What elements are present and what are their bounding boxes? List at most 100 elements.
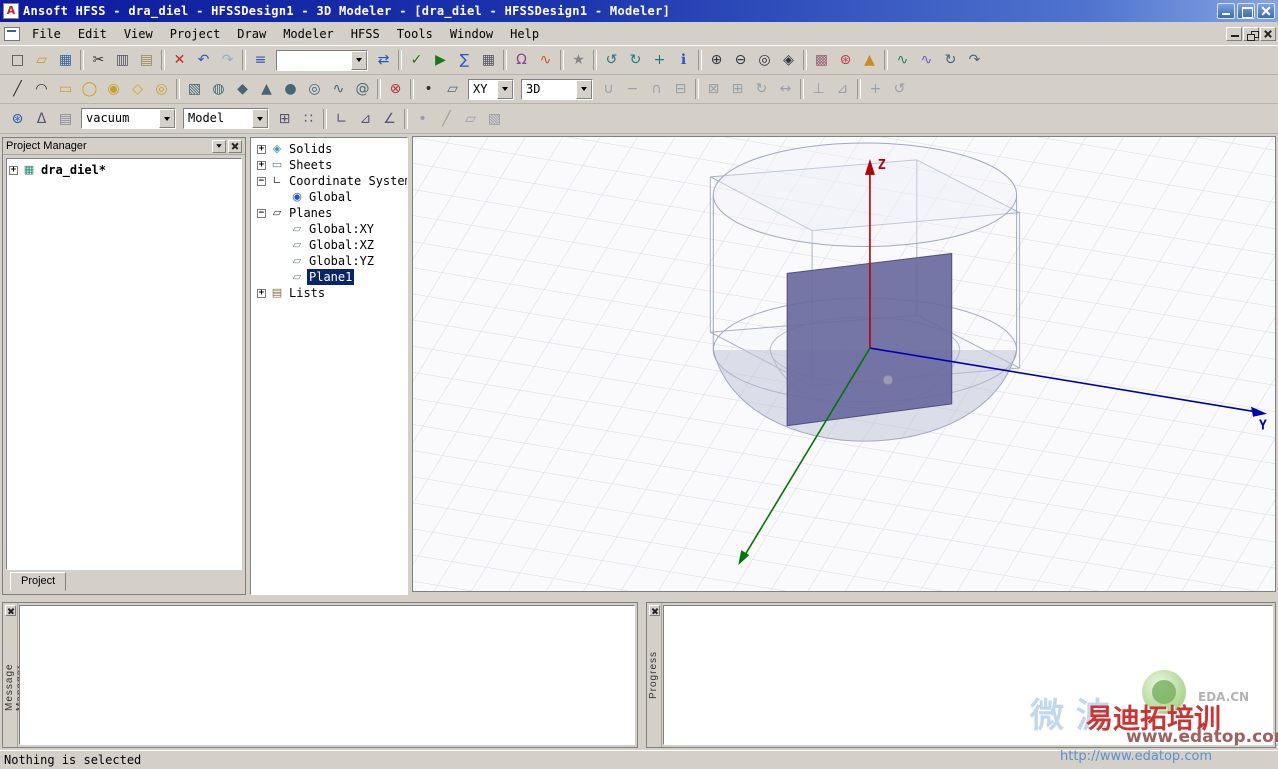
draw-arc-icon[interactable]: ◠	[30, 78, 53, 100]
menu-item[interactable]: Help	[502, 24, 547, 44]
zoom-window-icon[interactable]: ◎	[753, 49, 776, 71]
modeler-3d-viewport[interactable]: Z Y	[412, 136, 1276, 592]
draw-udp-icon[interactable]: ⊗	[384, 78, 407, 100]
relative-cs-icon[interactable]: ∠	[378, 108, 401, 130]
close-button[interactable]	[1257, 3, 1275, 19]
return-arrow-icon[interactable]: ↷	[963, 49, 986, 71]
assign-boundary-icon[interactable]: ⊛	[6, 108, 29, 130]
grid-plane-icon[interactable]: ⊞	[273, 108, 296, 130]
tree-row-global-cs[interactable]: ◉ Global	[253, 189, 407, 205]
view-info-icon[interactable]: ℹ	[672, 49, 695, 71]
tree-expander[interactable]: +	[257, 144, 266, 154]
grid-settings-icon[interactable]: ∷	[297, 108, 320, 130]
tree-expander[interactable]: −	[257, 208, 266, 218]
tree-expander[interactable]: +	[257, 160, 266, 170]
assign-material-icon[interactable]: ▤	[54, 108, 77, 130]
cut-icon[interactable]: ✂	[87, 49, 110, 71]
align-icon[interactable]: ⊥	[807, 78, 830, 100]
tree-row-project-root[interactable]: + ▦ dra_diel*	[9, 162, 241, 178]
tree-row-solids[interactable]: + ◈ Solids	[253, 141, 407, 157]
draw-polyhedron-icon[interactable]: ◆	[231, 78, 254, 100]
pan-view-icon[interactable]: +	[648, 49, 671, 71]
draw-helix-icon[interactable]: ∿	[327, 78, 350, 100]
model-tree-icon[interactable]: ≡	[249, 49, 272, 71]
menu-item[interactable]: Draw	[229, 24, 274, 44]
plane-combo[interactable]: XY	[468, 78, 514, 100]
menu-item[interactable]: Edit	[70, 24, 115, 44]
rotate-icon[interactable]: ↺	[888, 78, 911, 100]
new-file-icon[interactable]: □	[6, 49, 29, 71]
duplicate-mirror-icon[interactable]: ⊠	[702, 78, 725, 100]
duplicate-line-icon[interactable]: ⊞	[726, 78, 749, 100]
tree-row-planes[interactable]: − ▱ Planes	[253, 205, 407, 221]
draw-point-icon[interactable]: •	[417, 78, 440, 100]
menu-item[interactable]: HFSS	[343, 24, 388, 44]
boundaries-display-icon[interactable]: ⊛	[834, 49, 857, 71]
tree-expander[interactable]: +	[257, 288, 266, 298]
mode-combo[interactable]: 3D	[521, 78, 593, 100]
mdi-restore-button[interactable]	[1243, 26, 1259, 41]
minimize-button[interactable]	[1217, 3, 1235, 19]
edit-sources-icon[interactable]: ∿	[534, 49, 557, 71]
save-icon[interactable]: ▦	[54, 49, 77, 71]
menu-item[interactable]: Tools	[389, 24, 441, 44]
mdi-minimize-button[interactable]	[1226, 26, 1242, 41]
draw-spiral-icon[interactable]: @	[351, 78, 374, 100]
zoom-in-icon[interactable]: ⊕	[705, 49, 728, 71]
delete-icon[interactable]: ✕	[168, 49, 191, 71]
draw-plane-icon[interactable]: ▱	[441, 78, 464, 100]
combo-dropdown-button[interactable]	[351, 50, 367, 70]
duplicate-around-axis-icon[interactable]: ↻	[750, 78, 773, 100]
draw-torus-icon[interactable]: ◎	[303, 78, 326, 100]
tree-row-coordinate-systems[interactable]: − ∟ Coordinate Systems	[253, 173, 407, 189]
menu-item[interactable]: Window	[442, 24, 501, 44]
undo-icon[interactable]: ↶	[192, 49, 215, 71]
tree-expander[interactable]: −	[257, 176, 266, 186]
create-cs-icon[interactable]: ∟	[330, 108, 353, 130]
sine-wave-icon[interactable]: ∿	[891, 49, 914, 71]
loop-arrow-icon[interactable]: ↻	[939, 49, 962, 71]
optimetrics-icon[interactable]: ★	[567, 49, 590, 71]
select-vertex-icon[interactable]: •	[411, 108, 434, 130]
tree-row-plane1[interactable]: ▱ Plane1	[253, 269, 407, 285]
curve-tool-icon[interactable]: ∿	[915, 49, 938, 71]
combo-dropdown-button[interactable]	[576, 79, 592, 99]
viewport-canvas[interactable]: Z Y	[413, 137, 1275, 591]
measure-icon[interactable]: ⊿	[831, 78, 854, 100]
maximize-button[interactable]	[1237, 3, 1255, 19]
fit-all-icon[interactable]: ◈	[777, 49, 800, 71]
combo-dropdown-button[interactable]	[252, 109, 268, 128]
select-object-icon[interactable]: ▧	[483, 108, 506, 130]
redo-icon[interactable]: ↷	[216, 49, 239, 71]
material-combo[interactable]: vacuum	[81, 108, 176, 129]
tree-row-global-xz[interactable]: ▱ Global:XZ	[253, 237, 407, 253]
panel-close-button[interactable]	[5, 605, 16, 616]
menu-item[interactable]: File	[24, 24, 69, 44]
zoom-out-icon[interactable]: ⊖	[729, 49, 752, 71]
tree-row-global-xy[interactable]: ▱ Global:XY	[253, 221, 407, 237]
model-combo[interactable]: Model	[183, 108, 269, 129]
progress-content[interactable]	[663, 605, 1273, 745]
menu-item[interactable]: Project	[162, 24, 229, 44]
draw-regular-polygon-icon[interactable]: ◇	[126, 78, 149, 100]
validate-icon[interactable]: ✓	[405, 49, 428, 71]
combo-dropdown-button[interactable]	[497, 79, 513, 99]
tree-row-lists[interactable]: + ▤ Lists	[253, 285, 407, 301]
draw-sphere-icon[interactable]: ●	[279, 78, 302, 100]
combo-dropdown-button[interactable]	[159, 109, 175, 128]
tree-expander[interactable]: +	[9, 165, 18, 175]
draw-ellipse-icon[interactable]: ◉	[102, 78, 125, 100]
menu-item[interactable]: Modeler	[275, 24, 342, 44]
draw-circle-icon[interactable]: ◯	[78, 78, 101, 100]
select-face-icon[interactable]: ▱	[459, 108, 482, 130]
swap-views-icon[interactable]: ⇄	[372, 49, 395, 71]
mesh-display-icon[interactable]: ▩	[810, 49, 833, 71]
draw-ring-icon[interactable]: ◎	[150, 78, 173, 100]
select-edge-icon[interactable]: ╱	[435, 108, 458, 130]
face-cs-icon[interactable]: ⊿	[354, 108, 377, 130]
mdi-close-button[interactable]	[1260, 26, 1276, 41]
menu-item[interactable]: View	[116, 24, 161, 44]
mdi-child-icon[interactable]	[4, 26, 20, 41]
tree-row-sheets[interactable]: + ▭ Sheets	[253, 157, 407, 173]
message-manager-content[interactable]	[19, 605, 635, 745]
